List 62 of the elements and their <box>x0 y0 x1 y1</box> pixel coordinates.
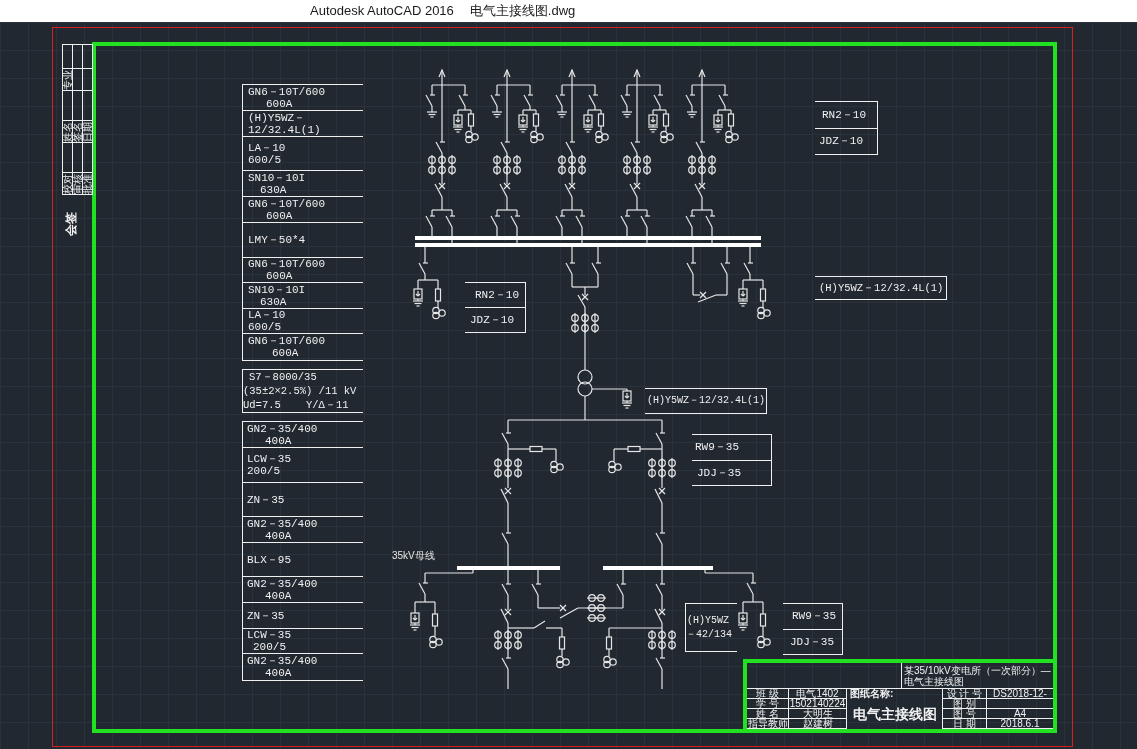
signoff-label: 批准 <box>82 173 93 194</box>
equipment-label: RW9－35 <box>792 610 836 623</box>
field-label: 指导教师 <box>747 718 788 729</box>
equipment-spec: LCW－35 200/5 <box>247 629 291 653</box>
field-label: 学 号 <box>756 698 779 709</box>
signoff-label: 校对 <box>62 173 73 194</box>
signoff-label: 审核 <box>72 173 83 194</box>
field-value: DS2018-12- <box>993 688 1047 699</box>
equipment-spec: (H)Y5WZ－ 12/32.4L(1) <box>248 111 321 136</box>
equipment-spec: GN2－35/400 400A <box>247 422 318 447</box>
signoff-caption: 会签 <box>65 212 77 236</box>
field-value: 大明生 <box>802 708 833 719</box>
equipment-label: (H)Y5WZ－12/32.4L(1) <box>819 282 944 294</box>
equipment-label: JDZ－10 <box>819 135 863 148</box>
project-title: 某35/10kV变电所（一次部分）—电气主接线图 <box>904 664 1051 687</box>
field-label: 图 号 <box>953 708 976 719</box>
signoff-label: 专业 <box>62 69 73 90</box>
signoff-label: 签名 <box>72 121 83 142</box>
equipment-label: JDZ－10 <box>470 314 514 326</box>
drawing-caption: 图纸名称: <box>850 689 894 699</box>
equipment-spec: ZN－35 <box>247 493 285 506</box>
signoff-label: 姓名 <box>62 121 73 142</box>
equipment-spec: S7－8000/35 (35±2×2.5%) /11 kV Ud=7.5 Y/Δ－11 <box>243 370 357 412</box>
field-label: 设 计 号 <box>946 688 983 699</box>
equipment-label: (H)Y5WZ －42/134 <box>686 613 732 642</box>
table-cell <box>83 69 93 91</box>
equipment-spec: GN2－35/400 400A <box>247 517 318 542</box>
field-value: A4 <box>1013 708 1027 719</box>
equipment-label: (H)Y5WZ－12/32.4L(1) <box>647 395 766 407</box>
equipment-spec: SN10－10I 630A <box>248 283 306 308</box>
equipment-spec: GN6－10T/600 600A <box>248 335 325 359</box>
field-label: 姓 名 <box>756 708 779 719</box>
app-title: Autodesk AutoCAD 2016 <box>310 3 454 19</box>
field-label: 日 期 <box>953 718 976 729</box>
field-value: 1502140224 <box>789 698 846 709</box>
equipment-spec: GN6－10T/600 600A <box>248 258 325 282</box>
equipment-spec: GN2－35/400 400A <box>247 577 318 602</box>
field-value: 赵建树 <box>802 718 833 729</box>
equipment-spec: GN6－10T/600 600A <box>248 197 325 222</box>
bus-label: 35kV母线 <box>392 550 435 562</box>
field-value: 电气1402 <box>796 688 839 699</box>
equipment-label: JDJ－35 <box>697 466 741 479</box>
equipment-spec: LCW－35 200/5 <box>247 453 291 477</box>
file-name: 电气主接线图.dwg <box>469 3 576 19</box>
equipment-label: RW9－35 <box>695 441 739 454</box>
equipment-spec: LMY－50*4 <box>248 234 306 246</box>
equipment-label: RN2－10 <box>822 108 866 121</box>
equipment-spec: GN2－35/400 400A <box>247 655 318 679</box>
equipment-spec: LA－10 600/5 <box>248 309 286 333</box>
drawing-title: 电气主接线图 <box>852 706 937 722</box>
equipment-spec: GN6－10T/600 600A <box>248 85 325 110</box>
equipment-spec: LA－10 600/5 <box>248 141 286 166</box>
field-value: 2018.6.1 <box>1000 718 1040 729</box>
field-label: 图 别 <box>953 698 976 709</box>
equipment-spec: SN10－10I 630A <box>248 171 306 196</box>
equipment-label: JDJ－35 <box>790 635 834 648</box>
signoff-label: 日期 <box>82 121 93 142</box>
equipment-spec: ZN－35 <box>247 609 285 622</box>
equipment-label: RN2－10 <box>475 289 519 301</box>
field-label: 班 级 <box>756 688 779 699</box>
bus-section-drawing <box>686 246 731 303</box>
equipment-spec: BLX－95 <box>247 553 291 566</box>
